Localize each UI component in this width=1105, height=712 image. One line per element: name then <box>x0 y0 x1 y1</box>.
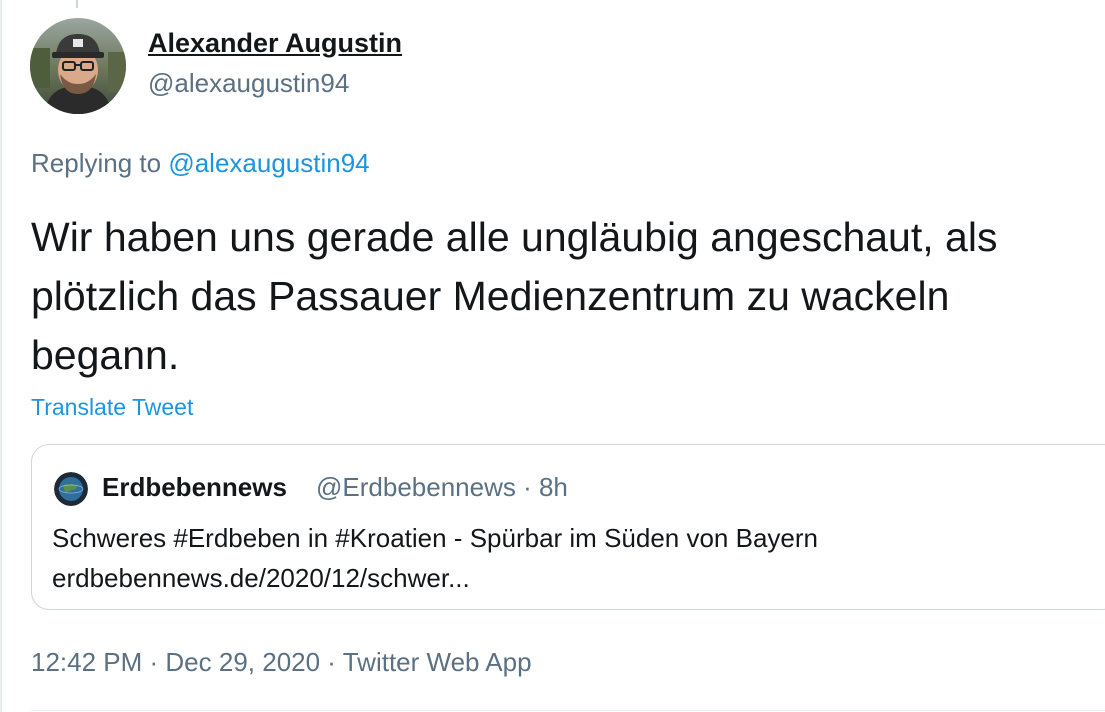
thread-connector-line <box>76 0 78 8</box>
quoted-author-name: Erdbebennews <box>102 472 287 502</box>
author-handle[interactable]: @alexaugustin94 <box>148 68 349 99</box>
quoted-text-line-2: erdbebennews.de/2020/12/schwer... <box>52 563 470 593</box>
replying-to-mention-link[interactable]: @alexaugustin94 <box>168 148 369 178</box>
divider <box>31 710 1105 711</box>
globe-icon <box>54 472 88 506</box>
meta-separator: · <box>320 647 343 677</box>
quoted-handle-and-time: @Erdbebennews · 8h <box>316 472 568 502</box>
replying-to-prefix: Replying to <box>31 148 169 178</box>
quoted-text-line-1: Schweres #Erdbeben in #Kroatien - Spürba… <box>52 523 818 553</box>
author-avatar-image <box>30 18 126 114</box>
author-name[interactable]: Alexander Augustin <box>148 28 402 59</box>
quoted-tweet-text: Schweres #Erdbeben in #Kroatien - Spürba… <box>52 518 818 598</box>
tweet-metadata: 12:42 PM · Dec 29, 2020 · Twitter Web Ap… <box>31 647 532 678</box>
quoted-author-avatar <box>54 472 88 506</box>
translate-tweet-link[interactable]: Translate Tweet <box>31 394 193 421</box>
quoted-tweet-card[interactable]: Erdbebennews @Erdbebennews · 8h Schweres… <box>31 444 1105 610</box>
tweet-source-link[interactable]: Twitter Web App <box>343 647 532 677</box>
author-avatar[interactable] <box>30 18 126 114</box>
tweet-date-link[interactable]: Dec 29, 2020 <box>165 647 320 677</box>
tweet-text: Wir haben uns gerade alle ungläubig ange… <box>31 214 998 378</box>
tweet-time-link[interactable]: 12:42 PM <box>31 647 142 677</box>
meta-separator: · <box>142 647 166 677</box>
replying-to-line: Replying to @alexaugustin94 <box>31 148 370 179</box>
timeline-left-border <box>0 0 2 712</box>
